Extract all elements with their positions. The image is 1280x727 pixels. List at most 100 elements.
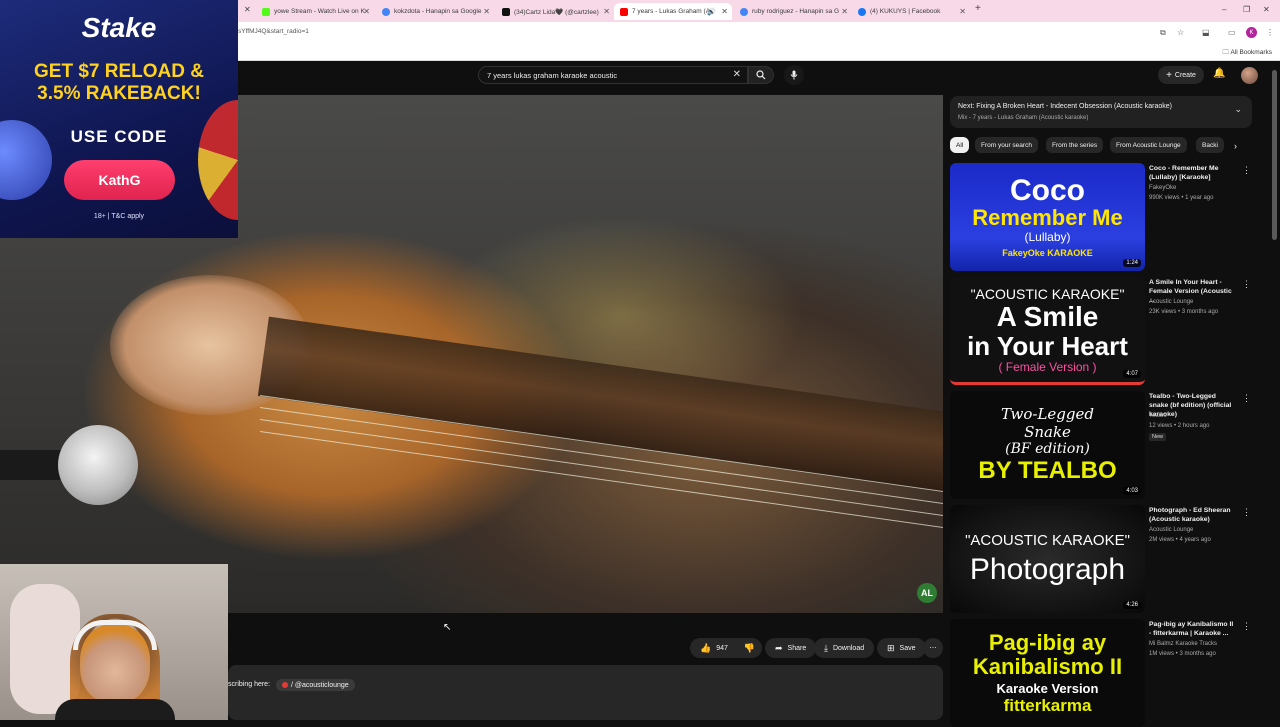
recommendation-item[interactable]: Two-Legged Snake (BF edition) BY TEALBO …	[950, 391, 1255, 499]
video-thumbnail[interactable]: "ACOUSTIC KARAOKE" A Smile in Your Heart…	[950, 277, 1145, 385]
rec-meta: 12 views • 2 hours ago	[1149, 423, 1210, 429]
browser-tab-tiktok[interactable]: (34)Cartz Lida🖤 (@cartzlee) ✕	[496, 3, 614, 20]
thumbs-down-icon[interactable]: 👎	[744, 643, 755, 654]
notifications-bell-icon[interactable]: 🔔	[1213, 68, 1225, 79]
close-icon[interactable]: ✕	[841, 7, 848, 16]
recommendation-item[interactable]: Pag-ibig ay Kanibalismo II Karaoke Versi…	[950, 619, 1255, 727]
download-button[interactable]: ⤓ Download	[814, 638, 875, 658]
more-dots-icon[interactable]: ⋮	[1242, 279, 1251, 290]
search-button[interactable]	[748, 66, 774, 84]
recommendation-item[interactable]: "ACOUSTIC KARAOKE" Photograph 4:26 Photo…	[950, 505, 1255, 613]
tab-label: ruby rodriguez - Hanapin sa G	[752, 8, 840, 15]
scrollbar[interactable]	[1272, 70, 1277, 240]
new-tab-icon[interactable]: +	[975, 3, 981, 14]
recommendation-item[interactable]: "ACOUSTIC KARAOKE" A Smile in Your Heart…	[950, 277, 1255, 385]
create-button[interactable]: + Create	[1158, 66, 1204, 84]
more-dots-icon[interactable]: ⋮	[1242, 393, 1251, 404]
chip-all[interactable]: All	[950, 137, 970, 153]
save-button[interactable]: ⊞ Save	[877, 638, 926, 658]
chip-acoustic-lounge[interactable]: From Acoustic Lounge	[1110, 137, 1187, 153]
tab-label: (34)Cartz Lida🖤 (@cartzlee)	[514, 8, 599, 16]
thumb-text: ( Female Version )	[998, 359, 1097, 374]
voice-search-button[interactable]	[784, 65, 804, 85]
all-bookmarks-button[interactable]: 🗀 All Bookmarks	[1223, 48, 1273, 59]
window-close-icon[interactable]: ✕	[1263, 5, 1270, 14]
youtube-favicon-icon	[620, 7, 628, 16]
rec-title[interactable]: Pag-ibig ay Kanibalismo II - fitterkarma…	[1149, 620, 1237, 638]
close-icon[interactable]: ✕	[603, 7, 610, 16]
url-field[interactable]: sYffMJ4Q&start_radio=1	[238, 28, 309, 35]
maximize-icon[interactable]: ❐	[1243, 5, 1250, 14]
next-up-panel[interactable]: Next: Fixing A Broken Heart - Indecent O…	[950, 96, 1252, 128]
like-dislike-group: 👍 947 👎	[690, 638, 762, 658]
filter-chips: All From your search From the series Fro…	[950, 137, 1250, 153]
bookmark-star-icon[interactable]: ☆	[1177, 28, 1184, 37]
rec-channel[interactable]: Mi Balmz Karaoke Tracks	[1149, 641, 1217, 647]
tab-label: yowe Stream - Watch Live on K	[274, 8, 365, 15]
browser-tab-youtube[interactable]: 7 years - Lukas Graham (A 🔊 ✕	[614, 3, 732, 20]
ad-wheel-graphic	[198, 100, 238, 220]
rec-meta: 990K views • 1 year ago	[1149, 195, 1214, 201]
more-dots-icon[interactable]: ⋮	[1242, 507, 1251, 518]
cast-icon[interactable]: ⧉	[1160, 28, 1166, 38]
rec-title[interactable]: Photograph - Ed Sheeran (Acoustic karaok…	[1149, 506, 1237, 524]
close-icon[interactable]: ✕	[363, 7, 370, 16]
browser-tab-google-2[interactable]: ruby rodriguez - Hanapin sa G ✕	[734, 3, 852, 20]
rec-channel[interactable]: Acoustic Lounge	[1149, 299, 1193, 305]
close-icon[interactable]: ✕	[959, 7, 966, 16]
tab-close-icon[interactable]: ✕	[244, 5, 251, 14]
clear-search-icon[interactable]: ✕	[733, 69, 741, 80]
browser-tab-kick[interactable]: yowe Stream - Watch Live on K ✕	[256, 3, 374, 20]
minimize-icon[interactable]: –	[1222, 5, 1226, 14]
ad-code-button[interactable]: KathG	[64, 160, 175, 200]
more-dots-icon[interactable]: ⋮	[1242, 621, 1251, 632]
rec-channel[interactable]: FakeyOke	[1149, 185, 1176, 191]
close-icon[interactable]: ✕	[483, 7, 490, 16]
video-thumbnail[interactable]: Coco Remember Me (Lullaby) FakeyOke KARA…	[950, 163, 1145, 271]
description-subscribe-text: scribing here:	[228, 681, 271, 688]
download-icon: ⤓	[824, 642, 828, 653]
extensions-icon[interactable]: ⬓	[1202, 28, 1210, 37]
chip-backing[interactable]: Backi	[1196, 137, 1224, 153]
search-box[interactable]: 7 years lukas graham karaoke acoustic ✕	[478, 66, 748, 84]
search-input[interactable]: 7 years lukas graham karaoke acoustic	[487, 71, 617, 80]
description-box[interactable]: scribing here: / @acousticlounge	[228, 665, 943, 720]
share-button[interactable]: ➦ Share	[765, 638, 817, 658]
share-icon: ➦	[775, 642, 783, 653]
chip-from-search[interactable]: From your search	[975, 137, 1038, 153]
thumb-text: (BF edition)	[1005, 441, 1090, 457]
speaker-icon[interactable]: 🔊	[707, 8, 716, 16]
video-thumbnail[interactable]: "ACOUSTIC KARAOKE" Photograph 4:26	[950, 505, 1145, 613]
video-thumbnail[interactable]: Pag-ibig ay Kanibalismo II Karaoke Versi…	[950, 619, 1145, 727]
chevron-down-icon[interactable]: ⌄	[1234, 104, 1242, 115]
stake-ad-overlay[interactable]: Stake GET $7 RELOAD & 3.5% RAKEBACK! USE…	[0, 0, 238, 238]
sidebar-icon[interactable]: ▭	[1228, 28, 1236, 37]
profile-icon[interactable]: K	[1246, 27, 1257, 38]
thumb-text: A Smile	[996, 300, 1099, 332]
thumb-text: Remember Me	[972, 205, 1123, 230]
browser-tab-facebook[interactable]: (4) KUKUYS | Facebook ✕	[852, 3, 970, 20]
video-thumbnail[interactable]: Two-Legged Snake (BF edition) BY TEALBO …	[950, 391, 1145, 499]
channel-watermark-icon[interactable]: AL	[917, 583, 937, 603]
tiktok-favicon-icon	[502, 7, 510, 16]
save-playlist-icon: ⊞	[887, 642, 895, 653]
chevron-right-icon[interactable]: ›	[1234, 141, 1237, 151]
tab-label: kokzdota - Hanapin sa Google	[394, 8, 482, 15]
webcam-overlay	[0, 564, 228, 720]
more-dots-icon[interactable]: ⋮	[1242, 165, 1251, 176]
rec-channel[interactable]: Tealbo	[1149, 413, 1167, 419]
more-actions-button[interactable]: ⋯	[923, 638, 943, 658]
avatar[interactable]	[1241, 67, 1258, 84]
chip-from-series[interactable]: From the series	[1046, 137, 1104, 153]
browser-tab-google-1[interactable]: kokzdota - Hanapin sa Google ✕	[376, 3, 494, 20]
close-icon[interactable]: ✕	[721, 7, 728, 16]
ad-headline-1: GET $7 RELOAD &	[34, 61, 204, 82]
recommendation-item[interactable]: Coco Remember Me (Lullaby) FakeyOke KARA…	[950, 163, 1255, 271]
rec-channel[interactable]: Acoustic Lounge	[1149, 527, 1193, 533]
menu-dots-icon[interactable]: ⋮	[1266, 28, 1274, 37]
channel-handle-link[interactable]: / @acousticlounge	[276, 679, 355, 691]
all-bookmarks-label: All Bookmarks	[1230, 49, 1272, 56]
thumbs-up-icon[interactable]: 👍	[700, 643, 711, 654]
like-count[interactable]: 947	[716, 645, 728, 652]
rec-title[interactable]: Coco - Remember Me (Lullaby) [Karaoke]	[1149, 164, 1237, 182]
